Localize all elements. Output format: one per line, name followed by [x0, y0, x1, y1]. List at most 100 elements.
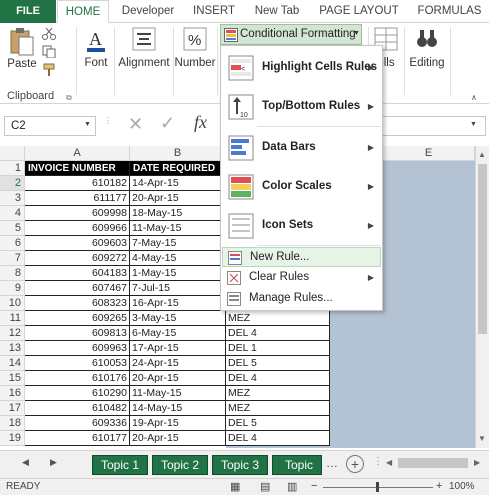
row-header[interactable]: 1: [0, 161, 25, 176]
tab-file[interactable]: FILE: [0, 0, 56, 23]
drag-handle-icon[interactable]: ⋮: [373, 456, 383, 467]
row-header[interactable]: 2: [0, 176, 25, 191]
drag-handle-icon[interactable]: ⋮: [104, 116, 112, 125]
sheet-next-icon[interactable]: ▶: [50, 457, 57, 468]
sheet-tab-topic-3[interactable]: Topic 3: [212, 455, 268, 475]
row-header[interactable]: 18: [0, 416, 25, 431]
cell-invoice-number[interactable]: 609272: [25, 251, 130, 266]
paste-button[interactable]: Paste: [4, 27, 40, 73]
cell-location[interactable]: DEL 4: [226, 371, 330, 386]
chevron-down-icon[interactable]: ▼: [84, 121, 91, 128]
scroll-thumb[interactable]: [478, 164, 487, 334]
enter-icon[interactable]: ✓: [160, 113, 175, 134]
scroll-up-icon[interactable]: ▲: [478, 150, 486, 159]
cell-date-required[interactable]: 3-May-15: [130, 311, 226, 326]
add-sheet-icon[interactable]: +: [346, 455, 364, 473]
sheet-tab-topic-2[interactable]: Topic 2: [152, 455, 208, 475]
tab-home[interactable]: HOME: [57, 0, 109, 23]
scissors-icon[interactable]: [42, 27, 56, 43]
row-header[interactable]: 7: [0, 251, 25, 266]
cell-location[interactable]: DEL 5: [226, 356, 330, 371]
name-box[interactable]: C2 ▼: [4, 116, 96, 136]
cell-invoice-number[interactable]: 607467: [25, 281, 130, 296]
menu-item-clear-rules[interactable]: Clear Rules ▶: [221, 268, 382, 288]
row-header[interactable]: 15: [0, 371, 25, 386]
cell-invoice-number[interactable]: 610053: [25, 356, 130, 371]
tab-page-layout[interactable]: PAGE LAYOUT: [311, 0, 407, 23]
menu-item-manage-rules[interactable]: Manage Rules...: [221, 289, 382, 309]
column-header-b[interactable]: B: [130, 146, 226, 161]
cell-invoice-number[interactable]: 610482: [25, 401, 130, 416]
scroll-right-icon[interactable]: ▶: [474, 458, 480, 467]
row-header[interactable]: 5: [0, 221, 25, 236]
row-header[interactable]: 3: [0, 191, 25, 206]
cell-invoice-number[interactable]: 610177: [25, 431, 130, 446]
select-all-corner[interactable]: [0, 146, 25, 161]
cell-invoice-number[interactable]: 609963: [25, 341, 130, 356]
more-sheets-icon[interactable]: …: [326, 456, 338, 470]
row-header[interactable]: 10: [0, 296, 25, 311]
row-header[interactable]: 14: [0, 356, 25, 371]
cell-invoice-number[interactable]: 611177: [25, 191, 130, 206]
expand-formula-bar-icon[interactable]: ▼: [470, 121, 477, 128]
cell-date-required[interactable]: 20-Apr-15: [130, 431, 226, 446]
cell-date-required[interactable]: 7-Jul-15: [130, 281, 226, 296]
menu-item-highlight-cells-rules[interactable]: < Highlight Cells Rules ▶: [221, 52, 382, 84]
row-header[interactable]: 9: [0, 281, 25, 296]
header-cell-invoice[interactable]: INVOICE NUMBER: [25, 161, 130, 176]
cell-invoice-number[interactable]: 609966: [25, 221, 130, 236]
cell-date-required[interactable]: 4-May-15: [130, 251, 226, 266]
sheet-prev-icon[interactable]: ◀: [22, 457, 29, 468]
sheet-tab-topic-1[interactable]: Topic 1: [92, 455, 148, 475]
cell-location[interactable]: MEZ: [226, 386, 330, 401]
normal-view-icon[interactable]: ▦: [230, 480, 240, 493]
row-header[interactable]: 12: [0, 326, 25, 341]
tab-new-tab[interactable]: New Tab: [247, 0, 307, 23]
font-button[interactable]: A Font: [80, 27, 112, 77]
sheet-tab-topic-4[interactable]: Topic 4: [272, 455, 322, 475]
cell-date-required[interactable]: 18-May-15: [130, 206, 226, 221]
cell-date-required[interactable]: 7-May-15: [130, 236, 226, 251]
cell-date-required[interactable]: 20-Apr-15: [130, 371, 226, 386]
page-layout-view-icon[interactable]: ▤: [260, 480, 270, 493]
cell-date-required[interactable]: 16-Apr-15: [130, 296, 226, 311]
cell-location[interactable]: DEL 5: [226, 416, 330, 431]
cell-invoice-number[interactable]: 609336: [25, 416, 130, 431]
cell-invoice-number[interactable]: 610176: [25, 371, 130, 386]
cell-date-required[interactable]: 19-Apr-15: [130, 416, 226, 431]
cell-date-required[interactable]: 14-Apr-15: [130, 176, 226, 191]
collapse-ribbon-icon[interactable]: ∧: [471, 93, 477, 102]
format-painter-icon[interactable]: [42, 63, 56, 79]
row-header[interactable]: 16: [0, 386, 25, 401]
cell-date-required[interactable]: 11-May-15: [130, 386, 226, 401]
row-header[interactable]: 6: [0, 236, 25, 251]
cell-invoice-number[interactable]: 609265: [25, 311, 130, 326]
cell-location[interactable]: DEL 1: [226, 341, 330, 356]
cell-date-required[interactable]: 1-May-15: [130, 266, 226, 281]
cell-date-required[interactable]: 17-Apr-15: [130, 341, 226, 356]
scroll-left-icon[interactable]: ◀: [386, 458, 392, 467]
cell-date-required[interactable]: 24-Apr-15: [130, 356, 226, 371]
row-header[interactable]: 19: [0, 431, 25, 446]
cell-location[interactable]: DEL 4: [226, 326, 330, 341]
tab-developer[interactable]: Developer: [113, 0, 183, 23]
cell-invoice-number[interactable]: 610182: [25, 176, 130, 191]
menu-item-icon-sets[interactable]: Icon Sets ▶: [221, 210, 382, 242]
conditional-formatting-button[interactable]: Conditional Formatting ▼: [220, 24, 362, 45]
cell-invoice-number[interactable]: 609813: [25, 326, 130, 341]
row-header[interactable]: 11: [0, 311, 25, 326]
editing-button[interactable]: Editing: [406, 27, 448, 77]
menu-item-new-rule[interactable]: New Rule...: [222, 247, 381, 267]
menu-item-data-bars[interactable]: Data Bars ▶: [221, 132, 382, 164]
zoom-out-icon[interactable]: −: [311, 480, 317, 492]
dialog-launcher-icon[interactable]: ⧉: [66, 93, 72, 103]
row-header[interactable]: 4: [0, 206, 25, 221]
cell-location[interactable]: MEZ: [226, 401, 330, 416]
menu-item-top-bottom-rules[interactable]: 10 Top/Bottom Rules ▶: [221, 91, 382, 123]
horizontal-scroll-thumb[interactable]: [398, 458, 468, 468]
cell-date-required[interactable]: 14-May-15: [130, 401, 226, 416]
cancel-icon[interactable]: ✕: [128, 114, 143, 135]
alignment-button[interactable]: Alignment: [116, 27, 172, 77]
cell-invoice-number[interactable]: 610290: [25, 386, 130, 401]
zoom-in-icon[interactable]: +: [436, 480, 442, 492]
